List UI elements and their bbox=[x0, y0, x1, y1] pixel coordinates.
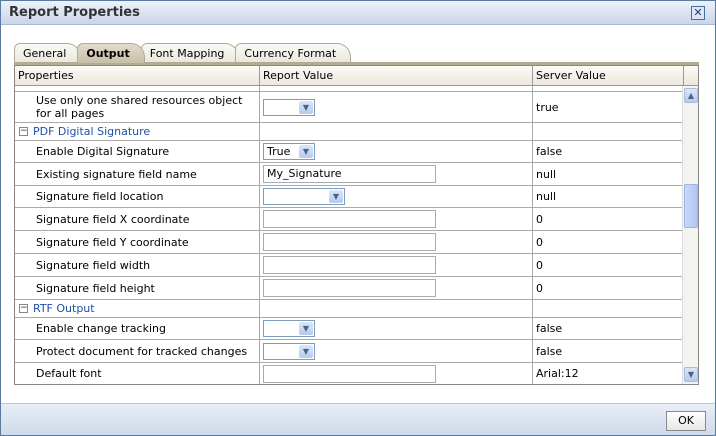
chevron-down-icon: ▼ bbox=[299, 344, 313, 358]
tab-currency-format[interactable]: Currency Format bbox=[235, 43, 352, 63]
protect-document-select[interactable]: ▼ bbox=[263, 342, 315, 360]
server-value: 0 bbox=[533, 231, 684, 253]
scroll-up-icon[interactable]: ▲ bbox=[684, 88, 698, 103]
ok-button[interactable]: OK bbox=[666, 411, 706, 431]
group-label: RTF Output bbox=[33, 302, 95, 315]
server-value: Arial:12 bbox=[533, 363, 684, 384]
property-label: Signature field X coordinate bbox=[15, 208, 260, 230]
server-value: 0 bbox=[533, 277, 684, 299]
scrollbar-thumb[interactable] bbox=[684, 184, 698, 228]
property-label: Signature field location bbox=[15, 186, 260, 207]
server-value: null bbox=[533, 186, 684, 207]
column-header-report-value: Report Value bbox=[260, 66, 533, 85]
server-value: 0 bbox=[533, 208, 684, 230]
table-row: Signature field X coordinate 0 bbox=[15, 208, 698, 231]
table-row: Default font Arial:12 bbox=[15, 363, 698, 384]
change-tracking-select[interactable]: ▼ bbox=[263, 320, 315, 337]
table-row: Existing signature field name My_Signatu… bbox=[15, 163, 698, 186]
property-label: Enable change tracking bbox=[15, 318, 260, 339]
tab-output[interactable]: Output bbox=[77, 43, 145, 63]
collapse-icon[interactable]: − bbox=[19, 127, 28, 136]
group-label: PDF Digital Signature bbox=[33, 125, 151, 138]
table-row: Signature field width 0 bbox=[15, 254, 698, 277]
select-value: True bbox=[267, 145, 291, 158]
signature-x-input[interactable] bbox=[263, 210, 436, 228]
shared-resources-select[interactable]: ▼ bbox=[263, 98, 315, 116]
chevron-down-icon: ▼ bbox=[329, 190, 343, 203]
table-header: Properties Report Value Server Value bbox=[15, 66, 698, 86]
tab-font-mapping[interactable]: Font Mapping bbox=[140, 43, 240, 63]
property-label: Signature field height bbox=[15, 277, 260, 299]
server-value: true bbox=[533, 92, 684, 122]
column-header-properties: Properties bbox=[15, 66, 260, 85]
properties-table: Properties Report Value Server Value Use… bbox=[14, 65, 699, 385]
group-row-rtf-output[interactable]: − RTF Output bbox=[15, 300, 698, 318]
signature-height-input[interactable] bbox=[263, 279, 436, 297]
vertical-scrollbar[interactable]: ▲ ▼ bbox=[682, 86, 698, 384]
scroll-down-icon[interactable]: ▼ bbox=[684, 367, 698, 382]
property-label: Default font bbox=[15, 363, 260, 384]
table-row: Enable change tracking ▼ false bbox=[15, 318, 698, 340]
property-label: Existing signature field name bbox=[15, 163, 260, 185]
collapse-icon[interactable]: − bbox=[19, 304, 28, 313]
table-row: Signature field location ▼ null bbox=[15, 186, 698, 208]
chevron-down-icon: ▼ bbox=[299, 145, 313, 158]
server-value: null bbox=[533, 163, 684, 185]
chevron-down-icon: ▼ bbox=[299, 322, 313, 335]
signature-location-select[interactable]: ▼ bbox=[263, 188, 345, 205]
tab-general[interactable]: General bbox=[14, 43, 82, 63]
close-icon[interactable]: ✕ bbox=[691, 6, 705, 20]
server-value: 0 bbox=[533, 254, 684, 276]
server-value: false bbox=[533, 141, 684, 162]
dialog-footer: OK bbox=[1, 403, 715, 435]
tab-bar: General Output Font Mapping Currency For… bbox=[14, 43, 352, 63]
server-value: false bbox=[533, 340, 684, 362]
property-label: Protect document for tracked changes bbox=[15, 340, 260, 362]
signature-field-name-input[interactable]: My_Signature bbox=[263, 165, 436, 183]
signature-width-input[interactable] bbox=[263, 256, 436, 274]
chevron-down-icon: ▼ bbox=[299, 100, 313, 114]
group-row-pdf-digital-signature[interactable]: − PDF Digital Signature bbox=[15, 123, 698, 141]
column-header-server-value: Server Value bbox=[533, 66, 684, 85]
table-row: Protect document for tracked changes ▼ f… bbox=[15, 340, 698, 363]
table-row: Use only one shared resources object for… bbox=[15, 92, 698, 123]
table-row: Enable Digital Signature True ▼ false bbox=[15, 141, 698, 163]
report-properties-dialog: Report Properties ✕ General Output Font … bbox=[0, 0, 716, 436]
default-font-input[interactable] bbox=[263, 364, 436, 383]
server-value: false bbox=[533, 318, 684, 339]
signature-y-input[interactable] bbox=[263, 233, 436, 251]
table-row: Signature field height 0 bbox=[15, 277, 698, 300]
enable-digital-signature-select[interactable]: True ▼ bbox=[263, 143, 315, 160]
property-label: Signature field Y coordinate bbox=[15, 231, 260, 253]
table-row: Signature field Y coordinate 0 bbox=[15, 231, 698, 254]
property-label: Enable Digital Signature bbox=[15, 141, 260, 162]
property-label: Signature field width bbox=[15, 254, 260, 276]
dialog-title: Report Properties bbox=[1, 1, 715, 25]
property-label: Use only one shared resources object for… bbox=[15, 92, 260, 122]
